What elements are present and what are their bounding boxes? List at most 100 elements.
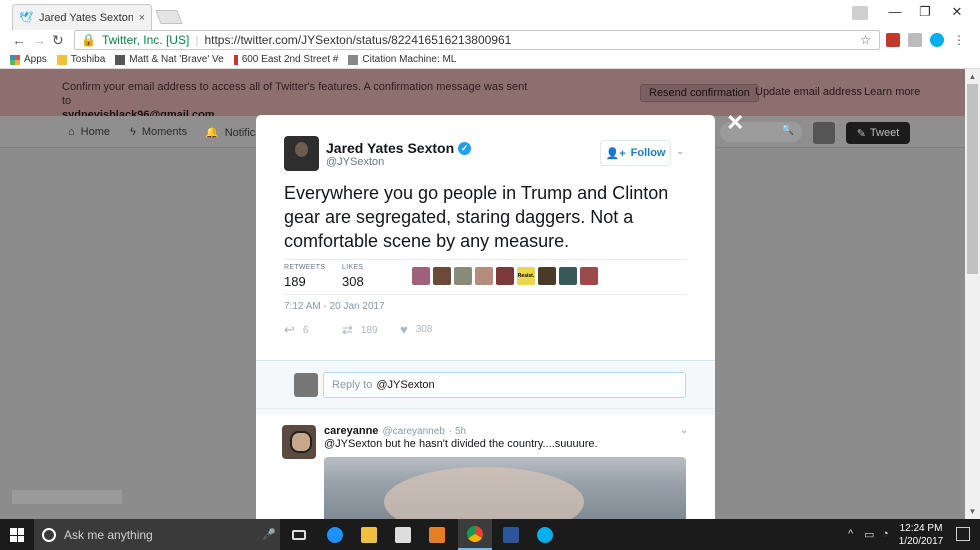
browser-tabbar: 🕊 Jared Yates Sexton on Tw × — ❐ ✕ (0, 0, 980, 32)
retweets-count: 189 (284, 274, 306, 289)
follow-button[interactable]: 👤+ Follow (600, 140, 671, 166)
likes-stat[interactable]: LIKES 308 (342, 264, 364, 289)
cortana-icon (42, 527, 56, 542)
author-avatar[interactable] (284, 136, 319, 171)
bookmark-apps[interactable]: Apps (10, 54, 47, 65)
email-confirm-banner: Confirm your email address to access all… (0, 69, 965, 121)
windows-start-icon[interactable] (10, 528, 24, 542)
reply-user-avatar (294, 373, 318, 397)
learn-more-link[interactable]: Learn more (864, 86, 920, 98)
reload-icon[interactable]: ↻ (52, 32, 64, 49)
liker-avatar[interactable] (454, 267, 472, 285)
liker-avatar[interactable] (475, 267, 493, 285)
forward-arrow-icon[interactable]: → (32, 32, 46, 48)
verified-badge-icon: ✓ (458, 141, 472, 155)
maximize-button[interactable]: ❐ (910, 4, 940, 20)
store-icon (395, 526, 411, 543)
browser-tab[interactable]: 🕊 Jared Yates Sexton on Tw × (12, 4, 152, 30)
tweet-text: Everywhere you go people in Trump and Cl… (284, 183, 669, 251)
bookmark-toshiba[interactable]: Toshiba (56, 54, 105, 65)
reply-tweet-image[interactable] (324, 457, 686, 519)
reply-action[interactable]: ↩ 6 (284, 322, 308, 338)
word-icon (503, 526, 519, 543)
taskbar-skype[interactable] (528, 519, 562, 550)
tweet-stats: RETWEETS 189 LIKES 308 Resist. (284, 259, 687, 295)
taskbar-chrome[interactable] (458, 519, 492, 550)
lightning-icon: ϟ (130, 126, 136, 138)
reply-author-handle[interactable]: @careyanneb (382, 426, 444, 437)
reply-author-avatar[interactable] (282, 425, 316, 459)
like-action[interactable]: ♥ 308 (400, 322, 432, 337)
task-view-button[interactable] (282, 519, 316, 550)
quill-icon: ✎ (856, 127, 866, 140)
site-icon (348, 54, 359, 65)
user-avatar[interactable] (813, 122, 835, 144)
liker-avatar[interactable] (580, 267, 598, 285)
liker-avatar[interactable] (496, 267, 514, 285)
menu-icon[interactable]: ⋮ (952, 33, 966, 47)
heart-icon: ♥ (400, 322, 408, 337)
retweet-action[interactable]: ⇄ 189 (342, 322, 378, 338)
likes-count: 308 (342, 274, 364, 289)
taskbar-store[interactable] (386, 519, 420, 550)
compose-tweet-button[interactable]: ✎ Tweet (846, 122, 910, 144)
minimize-button[interactable]: — (880, 4, 910, 19)
url-text: https://twitter.com/JYSexton/status/8224… (204, 33, 512, 47)
wifi-icon[interactable]: ◔ (882, 528, 889, 540)
reply-author-name[interactable]: careyanne (324, 425, 378, 437)
nav-moments[interactable]: ϟ Moments (130, 126, 187, 138)
reply-age[interactable]: · 5h (449, 426, 466, 437)
reply-icon: ↩ (284, 322, 295, 337)
cortana-search-box[interactable]: Ask me anything (34, 519, 280, 550)
new-tab-button[interactable] (155, 10, 183, 24)
bookmark-star-icon[interactable]: ☆ (860, 33, 871, 47)
reply-menu-chevron-icon[interactable]: ⌄ (680, 425, 688, 436)
liker-avatar[interactable] (433, 267, 451, 285)
tab-title: Jared Yates Sexton on Tw (38, 11, 133, 24)
search-icon: 🔍 (781, 125, 794, 136)
battery-icon[interactable]: ▭ (864, 528, 874, 541)
resend-confirmation-button[interactable]: Resend confirmation (640, 84, 759, 102)
scroll-up-arrow-icon[interactable]: ▲ (965, 69, 980, 84)
author-name[interactable]: Jared Yates Sexton ✓ (326, 140, 472, 156)
system-clock[interactable]: 12:24 PM 1/20/2017 (896, 522, 946, 548)
scrollbar-thumb[interactable] (967, 84, 978, 274)
skype-icon[interactable] (930, 33, 944, 47)
liker-avatar[interactable]: Resist. (517, 267, 535, 285)
taskbar-explorer[interactable] (352, 519, 386, 550)
close-window-button[interactable]: ✕ (942, 4, 972, 20)
liker-avatar[interactable] (559, 267, 577, 285)
scroll-down-arrow-icon[interactable]: ▼ (965, 504, 980, 519)
taskbar-edge[interactable] (318, 519, 352, 550)
taskbar-media[interactable] (420, 519, 454, 550)
liker-avatar[interactable] (538, 267, 556, 285)
bookmark-citation-machine[interactable]: Citation Machine: ML (348, 54, 456, 65)
tweet-timestamp[interactable]: 7:12 AM - 20 Jan 2017 (284, 301, 385, 312)
retweet-icon: ⇄ (342, 322, 353, 337)
retweet-stat[interactable]: RETWEETS 189 (284, 264, 325, 289)
tweet-menu-chevron-icon[interactable]: ⌄ (676, 146, 684, 157)
extension-icon[interactable] (908, 33, 922, 47)
close-modal-icon[interactable]: ✕ (726, 110, 744, 136)
author-handle[interactable]: @JYSexton (326, 156, 384, 168)
tray-chevron-icon[interactable]: ^ (848, 528, 853, 540)
liker-avatars: Resist. (412, 267, 598, 285)
reply-tweet-text: @JYSexton but he hasn't divided the coun… (324, 438, 598, 450)
taskbar-word[interactable] (494, 519, 528, 550)
nav-notifications[interactable]: 🔔 Notifica (205, 126, 261, 140)
reply-input[interactable]: Reply to @JYSexton (323, 372, 686, 398)
liker-avatar[interactable] (412, 267, 430, 285)
profile-icon[interactable] (852, 6, 868, 20)
microphone-icon[interactable]: 🎤 (262, 528, 276, 541)
address-bar[interactable]: 🔒 Twitter, Inc. [US] | https://twitter.c… (74, 30, 880, 50)
media-player-icon (429, 526, 445, 543)
extension-icon[interactable] (886, 33, 900, 47)
folder-icon (56, 54, 67, 65)
back-arrow-icon[interactable]: ← (12, 32, 26, 48)
nav-home[interactable]: ⌂ Home (68, 126, 110, 138)
action-center-icon[interactable] (956, 527, 970, 541)
tab-close-icon[interactable]: × (139, 12, 145, 24)
bookmark-matt-nat[interactable]: Matt & Nat 'Brave' Ve (115, 54, 224, 65)
update-email-link[interactable]: Update email address (755, 86, 862, 98)
bookmark-600-east[interactable]: 600 East 2nd Street # (233, 54, 338, 65)
